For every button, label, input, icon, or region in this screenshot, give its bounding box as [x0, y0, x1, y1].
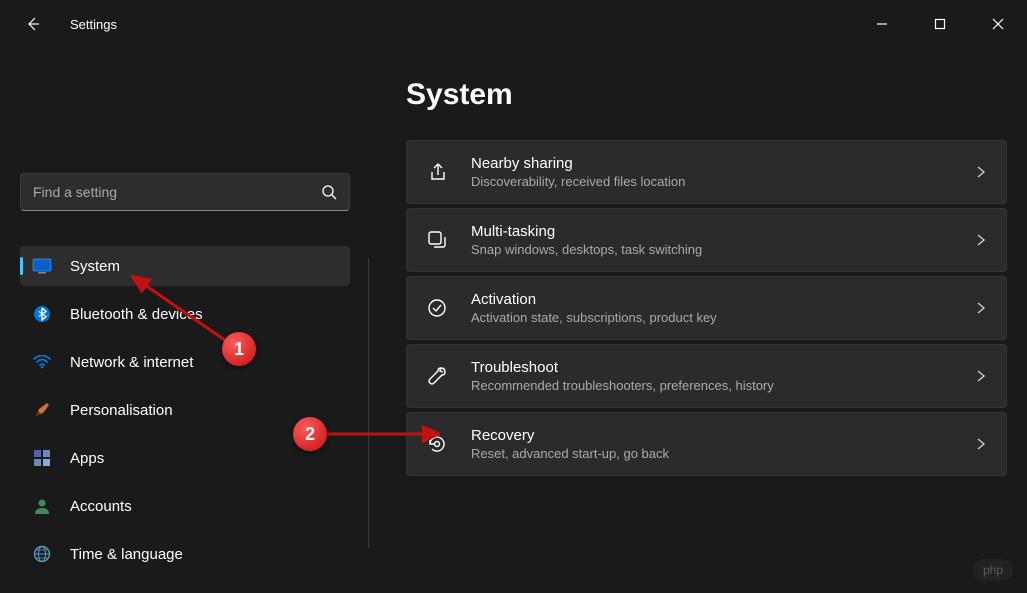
- main-panel: System Nearby sharing Discoverability, r…: [370, 48, 1027, 593]
- card-text: Multi-tasking Snap windows, desktops, ta…: [471, 223, 952, 257]
- share-icon: [425, 160, 449, 184]
- card-title: Multi-tasking: [471, 223, 952, 240]
- search-box[interactable]: [20, 173, 350, 211]
- personalisation-icon: [32, 400, 52, 420]
- titlebar: Settings: [0, 0, 1027, 48]
- chevron-right-icon: [974, 437, 988, 451]
- time-language-icon: [32, 544, 52, 564]
- close-icon: [992, 18, 1004, 30]
- settings-card-multitasking[interactable]: Multi-tasking Snap windows, desktops, ta…: [406, 208, 1007, 272]
- minimize-icon: [876, 18, 888, 30]
- accounts-icon: [32, 496, 52, 516]
- apps-icon: [32, 448, 52, 468]
- card-subtitle: Activation state, subscriptions, product…: [471, 310, 952, 325]
- card-subtitle: Recommended troubleshooters, preferences…: [471, 378, 952, 393]
- annotation-badge-2: 2: [293, 417, 327, 451]
- settings-list: Nearby sharing Discoverability, received…: [406, 140, 1007, 476]
- sidebar-item-label: Apps: [70, 450, 104, 467]
- chevron-right-icon: [974, 233, 988, 247]
- search-input[interactable]: [33, 184, 311, 200]
- search-icon: [321, 184, 337, 200]
- divider: [368, 258, 369, 548]
- chevron-right-icon: [974, 369, 988, 383]
- card-title: Activation: [471, 291, 952, 308]
- multitask-icon: [425, 228, 449, 252]
- sidebar-item-bluetooth[interactable]: Bluetooth & devices: [20, 294, 350, 334]
- titlebar-left: Settings: [22, 14, 117, 34]
- sidebar-item-network[interactable]: Network & internet: [20, 342, 350, 382]
- sidebar-item-label: Network & internet: [70, 354, 193, 371]
- system-icon: [32, 256, 52, 276]
- card-subtitle: Reset, advanced start-up, go back: [471, 446, 952, 461]
- nav-list: System Bluetooth & devices Network & int…: [20, 246, 350, 574]
- card-text: Troubleshoot Recommended troubleshooters…: [471, 359, 952, 393]
- card-title: Nearby sharing: [471, 155, 952, 172]
- close-button[interactable]: [969, 0, 1027, 48]
- back-button[interactable]: [22, 14, 42, 34]
- settings-card-nearby-sharing[interactable]: Nearby sharing Discoverability, received…: [406, 140, 1007, 204]
- sidebar: System Bluetooth & devices Network & int…: [0, 48, 370, 593]
- bluetooth-icon: [32, 304, 52, 324]
- network-icon: [32, 352, 52, 372]
- sidebar-item-label: Bluetooth & devices: [70, 306, 203, 323]
- chevron-right-icon: [974, 301, 988, 315]
- sidebar-item-label: Personalisation: [70, 402, 173, 419]
- window-title: Settings: [70, 17, 117, 32]
- window-controls: [853, 0, 1027, 48]
- card-title: Recovery: [471, 427, 952, 444]
- sidebar-item-accounts[interactable]: Accounts: [20, 486, 350, 526]
- sidebar-item-system[interactable]: System: [20, 246, 350, 286]
- card-text: Nearby sharing Discoverability, received…: [471, 155, 952, 189]
- page-title: System: [406, 78, 1007, 112]
- chevron-right-icon: [974, 165, 988, 179]
- minimize-button[interactable]: [853, 0, 911, 48]
- sidebar-item-label: System: [70, 258, 120, 275]
- card-subtitle: Snap windows, desktops, task switching: [471, 242, 952, 257]
- maximize-icon: [934, 18, 946, 30]
- settings-card-recovery[interactable]: Recovery Reset, advanced start-up, go ba…: [406, 412, 1007, 476]
- watermark: php: [973, 559, 1013, 581]
- maximize-button[interactable]: [911, 0, 969, 48]
- recovery-icon: [425, 432, 449, 456]
- annotation-badge-1: 1: [222, 332, 256, 366]
- sidebar-item-time-language[interactable]: Time & language: [20, 534, 350, 574]
- troubleshoot-icon: [425, 364, 449, 388]
- sidebar-item-label: Accounts: [70, 498, 132, 515]
- card-title: Troubleshoot: [471, 359, 952, 376]
- settings-card-activation[interactable]: Activation Activation state, subscriptio…: [406, 276, 1007, 340]
- activation-icon: [425, 296, 449, 320]
- card-text: Activation Activation state, subscriptio…: [471, 291, 952, 325]
- sidebar-item-label: Time & language: [70, 546, 183, 563]
- card-text: Recovery Reset, advanced start-up, go ba…: [471, 427, 952, 461]
- back-arrow-icon: [24, 16, 40, 32]
- settings-card-troubleshoot[interactable]: Troubleshoot Recommended troubleshooters…: [406, 344, 1007, 408]
- card-subtitle: Discoverability, received files location: [471, 174, 952, 189]
